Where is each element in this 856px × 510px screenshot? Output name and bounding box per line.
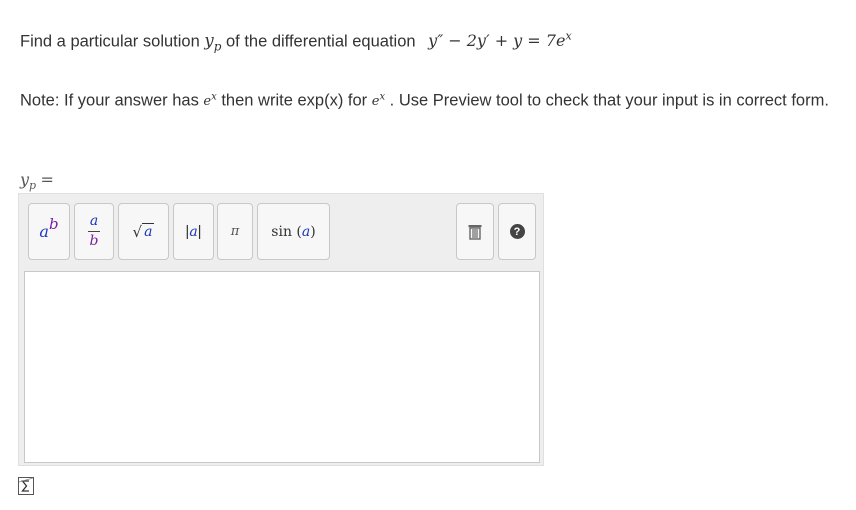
clear-button[interactable] xyxy=(456,203,494,260)
note-exp-2: ex xyxy=(371,92,386,110)
absolute-value-button[interactable]: | a | xyxy=(173,203,214,260)
power-button[interactable]: ab xyxy=(28,203,70,260)
note-exp-1: ex xyxy=(203,92,217,110)
note-text: Note: If your answer has ex then write e… xyxy=(20,91,829,110)
question-prompt: Find a particular solution xyxy=(20,32,200,51)
trash-icon xyxy=(468,224,482,240)
help-button[interactable]: ? xyxy=(498,203,536,260)
question-mid: of the differential equation xyxy=(225,32,416,51)
equation-editor-icon[interactable] xyxy=(18,477,34,500)
question-var: yp xyxy=(204,31,222,54)
question-text: Find a particular solution yp of the dif… xyxy=(20,30,572,54)
math-editor: ab ab √ a | a | π sin (a) ? xyxy=(18,193,544,466)
sin-button[interactable]: sin (a) xyxy=(257,203,330,260)
answer-input[interactable] xyxy=(24,271,540,463)
sqrt-button[interactable]: √ a xyxy=(118,203,169,260)
help-icon: ? xyxy=(509,224,525,239)
pi-button[interactable]: π xyxy=(217,203,253,260)
fraction-button[interactable]: ab xyxy=(74,203,114,260)
answer-label: yp = xyxy=(20,170,54,193)
differential-equation: y″ − 2y′ + y = 7ex xyxy=(428,30,572,51)
